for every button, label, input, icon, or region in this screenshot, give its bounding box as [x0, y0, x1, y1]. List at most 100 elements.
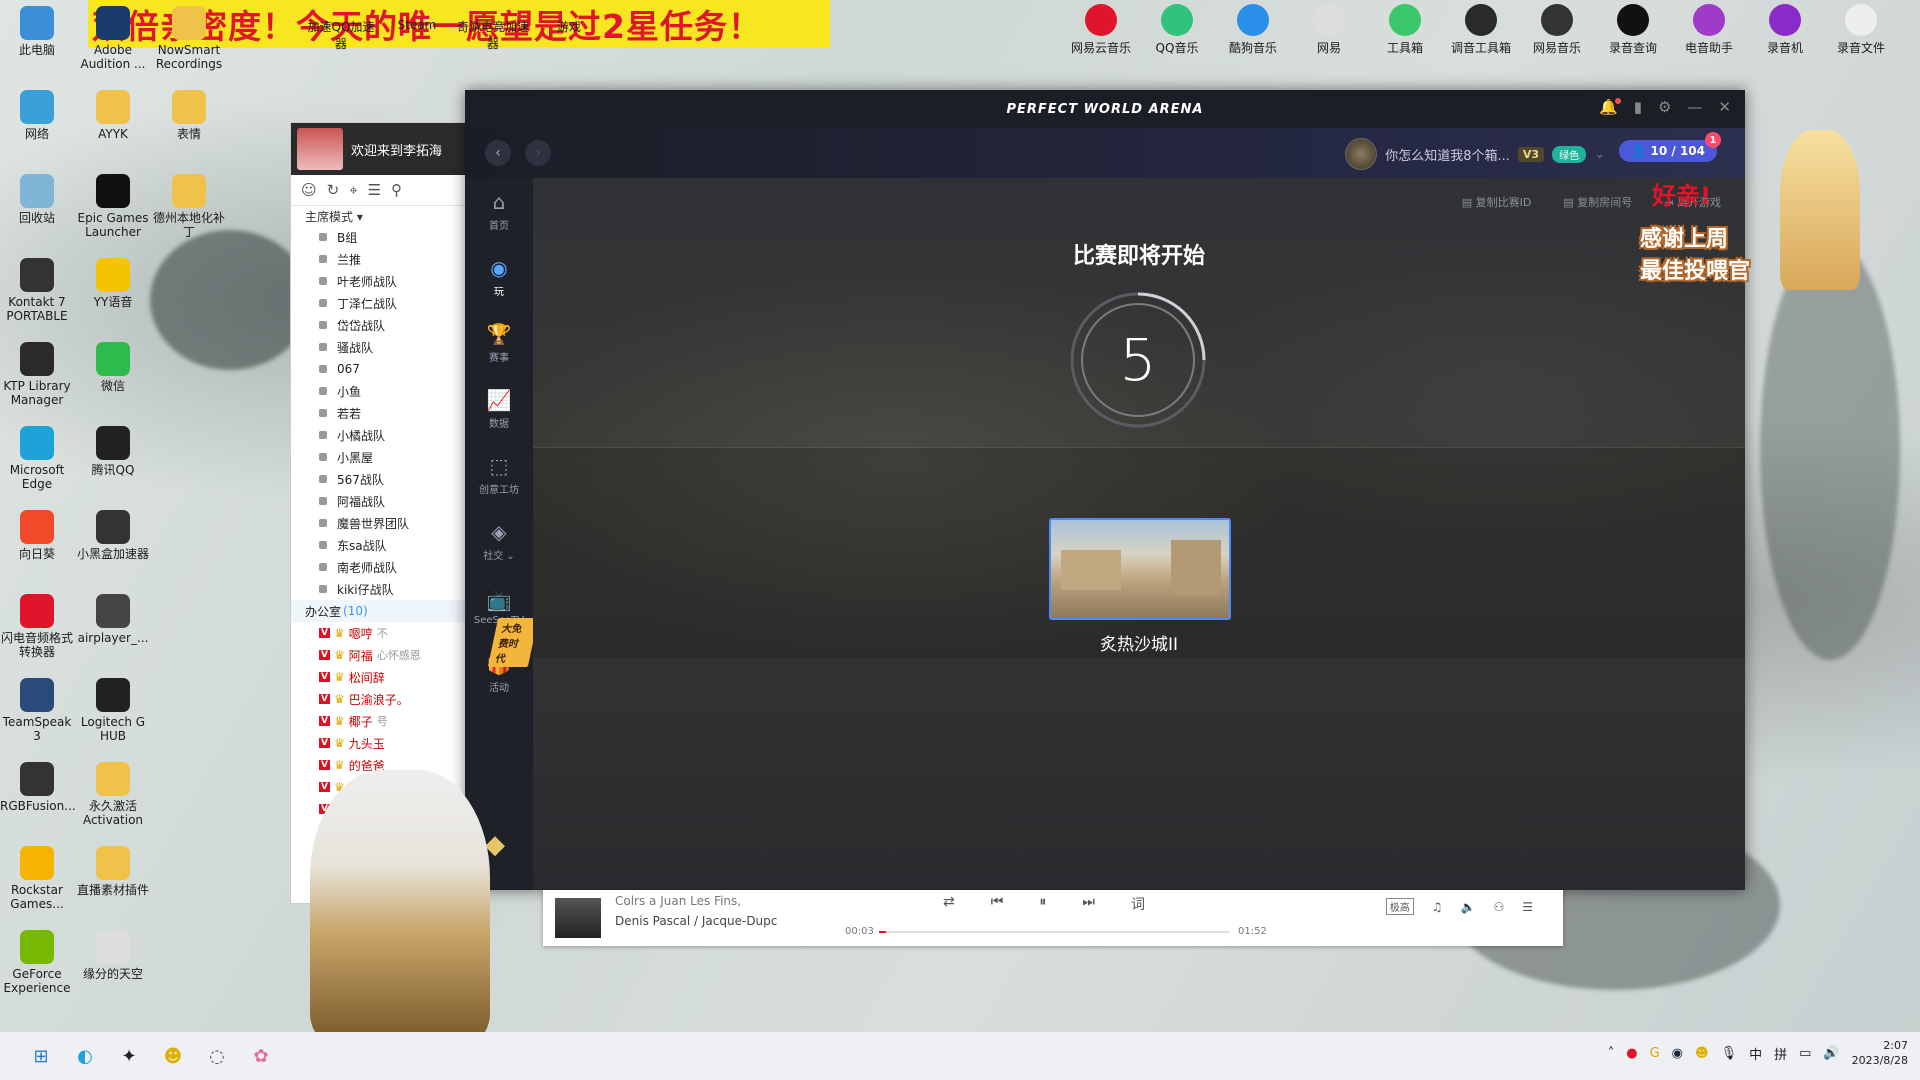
ime-pinyin[interactable]: 拼 [1774, 1044, 1787, 1063]
desktop-icon[interactable]: 永久激活 Activation [76, 762, 150, 827]
bell-icon[interactable]: 🔔 [1599, 98, 1621, 116]
user-info[interactable]: 你怎么知道我8个箱... V3 绿色 ⌄ [1345, 138, 1605, 170]
copy-room-id-button[interactable]: ▤ 复制房间号 [1563, 194, 1632, 210]
network-icon[interactable]: ▭ [1799, 1046, 1811, 1061]
user-item[interactable]: V ♛ 阿福 心怀感恩 [291, 644, 466, 666]
online-count-button[interactable]: 👤 10 / 104 1 [1619, 132, 1721, 162]
quality-button[interactable]: 极高 [1385, 898, 1414, 915]
playlist-icon[interactable]: ☰ [1522, 900, 1533, 914]
channel-item[interactable]: B组 [291, 226, 466, 248]
location-icon[interactable]: ⌖ [349, 181, 357, 199]
desktop-icon[interactable]: 微信 [76, 342, 150, 393]
signal-icon[interactable]: ▮ [1634, 98, 1642, 116]
channel-item[interactable]: 小鱼 [291, 380, 466, 402]
shuffle-icon[interactable]: ⇄ [943, 894, 955, 914]
wanmei-icon[interactable]: ◌ [200, 1039, 234, 1073]
desktop-icon[interactable]: 缘分的天空 [76, 930, 150, 981]
app-icon[interactable]: ✦ [112, 1039, 146, 1073]
channel-item[interactable]: 骚战队 [291, 336, 466, 358]
desktop-icon[interactable]: RGBFusion... [0, 762, 76, 813]
user-item[interactable]: V ♛ 巴渝浪子。 [291, 688, 466, 710]
search-icon[interactable]: ⚲ [391, 181, 402, 199]
desktop-icon[interactable]: 小黑盒加速器 [76, 510, 150, 561]
desktop-icon[interactable]: Logitech G HUB [76, 678, 150, 743]
desktop-icon[interactable]: AYYK [76, 90, 150, 141]
channel-item[interactable]: 小黑屋 [291, 446, 466, 468]
microphone-icon[interactable]: 🎙 [1721, 1046, 1738, 1061]
user-icon[interactable]: ☺ [301, 181, 317, 199]
pause-icon[interactable]: ⏸ [1039, 894, 1046, 914]
chevron-down-icon[interactable]: ⌄ [1594, 147, 1605, 162]
desktop-icon[interactable]: Steam [380, 18, 454, 32]
next-icon[interactable]: ⏭ [1082, 894, 1095, 914]
desktop-icon[interactable]: QQ音乐 [1140, 4, 1214, 56]
sidebar-item[interactable]: ◈ 社交 ⌄ [465, 508, 533, 574]
netease-tray-icon[interactable]: ● [1626, 1046, 1637, 1061]
desktop-icon[interactable]: 回收站 [0, 174, 74, 225]
user-item[interactable]: V ♛ 嗯哼不 [291, 622, 466, 644]
channel-item[interactable]: 若若 [291, 402, 466, 424]
pink-app-icon[interactable]: ✿ [244, 1039, 278, 1073]
desktop-icon[interactable]: 加速QQ加速器 [304, 18, 378, 52]
desktop-icon[interactable]: NowSmart Recordings [152, 6, 226, 71]
desktop-icon[interactable]: airplayer_... [76, 594, 150, 645]
desktop-icon[interactable]: 录音查询 [1596, 4, 1670, 56]
user-item[interactable]: V ♛ 九头玉 [291, 732, 466, 754]
desktop-icon[interactable]: 网易 [1292, 4, 1366, 56]
desktop-icon[interactable]: 游戏 [532, 18, 606, 35]
map-thumbnail[interactable] [1049, 518, 1231, 620]
desktop-icon[interactable]: 调音工具箱 [1444, 4, 1518, 56]
yy-tray-icon[interactable]: ☻ [1695, 1046, 1709, 1061]
close-button[interactable]: ✕ [1718, 98, 1731, 116]
channel-item[interactable]: 兰推 [291, 248, 466, 270]
volume-icon[interactable]: 🔈 [1461, 900, 1476, 914]
previous-icon[interactable]: ⏮ [991, 894, 1004, 914]
desktop-icon[interactable]: 此电脑 [0, 6, 74, 57]
share-icon[interactable]: ⚇ [1493, 900, 1504, 914]
clock[interactable]: 2:07 2023/8/28 [1852, 1038, 1908, 1068]
channel-item[interactable]: 南老师战队 [291, 556, 466, 578]
desktop-icon[interactable]: GeForce Experience [0, 930, 74, 995]
channel-item[interactable]: 东sa战队 [291, 534, 466, 556]
google-tray-icon[interactable]: G [1650, 1046, 1660, 1061]
channel-item[interactable]: 丁泽仁战队 [291, 292, 466, 314]
start-icon[interactable]: ⊞ [24, 1039, 58, 1073]
chevron-up-icon[interactable]: ˄ [1608, 1046, 1615, 1061]
progress-bar[interactable] [879, 931, 1229, 933]
effects-icon[interactable]: ♫ [1432, 900, 1443, 914]
desktop-icon[interactable]: 酷狗音乐 [1216, 4, 1290, 56]
user-item[interactable]: V ♛ 椰子号 [291, 710, 466, 732]
sidebar-item[interactable]: 🏆 赛事 [465, 310, 533, 376]
copy-match-id-button[interactable]: ▤ 复制比赛ID [1462, 194, 1532, 210]
desktop-icon[interactable]: Kontakt 7 PORTABLE [0, 258, 74, 323]
desktop-icon[interactable]: 腾讯QQ [76, 426, 150, 477]
desktop-icon[interactable]: 表情 [152, 90, 226, 141]
channel-group[interactable]: 办公室 (10) [291, 600, 466, 622]
list-icon[interactable]: ☰ [368, 181, 381, 199]
channel-item[interactable]: kiki仔战队 [291, 578, 466, 600]
desktop-icon[interactable]: YY语音 [76, 258, 150, 309]
lyrics-icon[interactable]: 词 [1131, 894, 1145, 914]
desktop-icon[interactable]: 德州本地化补丁 [152, 174, 226, 239]
album-cover[interactable] [555, 898, 601, 938]
channel-item[interactable]: 魔兽世界团队 [291, 512, 466, 534]
desktop-icon[interactable]: 电音助手 [1672, 4, 1746, 56]
forward-button[interactable]: › [525, 140, 551, 166]
speaker-icon[interactable]: 🔊 [1823, 1046, 1839, 1061]
desktop-icon[interactable]: TeamSpeak 3 [0, 678, 74, 743]
user-item[interactable]: V ♛ 松间辞 [291, 666, 466, 688]
channel-item[interactable]: 阿福战队 [291, 490, 466, 512]
minimize-button[interactable]: — [1687, 98, 1702, 116]
sidebar-item[interactable]: ◉ 玩 [465, 244, 533, 310]
refresh-icon[interactable]: ↻ [327, 181, 340, 199]
desktop-icon[interactable]: 闪电音频格式转换器 [0, 594, 74, 659]
avatar[interactable] [1345, 138, 1378, 170]
desktop-icon[interactable]: 奇游电竞加速器 [456, 18, 530, 52]
sidebar-item[interactable]: ⬚ 创意工坊 [465, 442, 533, 508]
desktop-icon[interactable]: Microsoft Edge [0, 426, 74, 491]
ime-zh[interactable]: 中 [1749, 1044, 1762, 1063]
steam-tray-icon[interactable]: ◉ [1672, 1046, 1683, 1061]
yy-icon[interactable]: ☻ [156, 1039, 190, 1073]
channel-item[interactable]: 567战队 [291, 468, 466, 490]
mode-selector[interactable]: 主席模式 ▾ [291, 206, 466, 226]
